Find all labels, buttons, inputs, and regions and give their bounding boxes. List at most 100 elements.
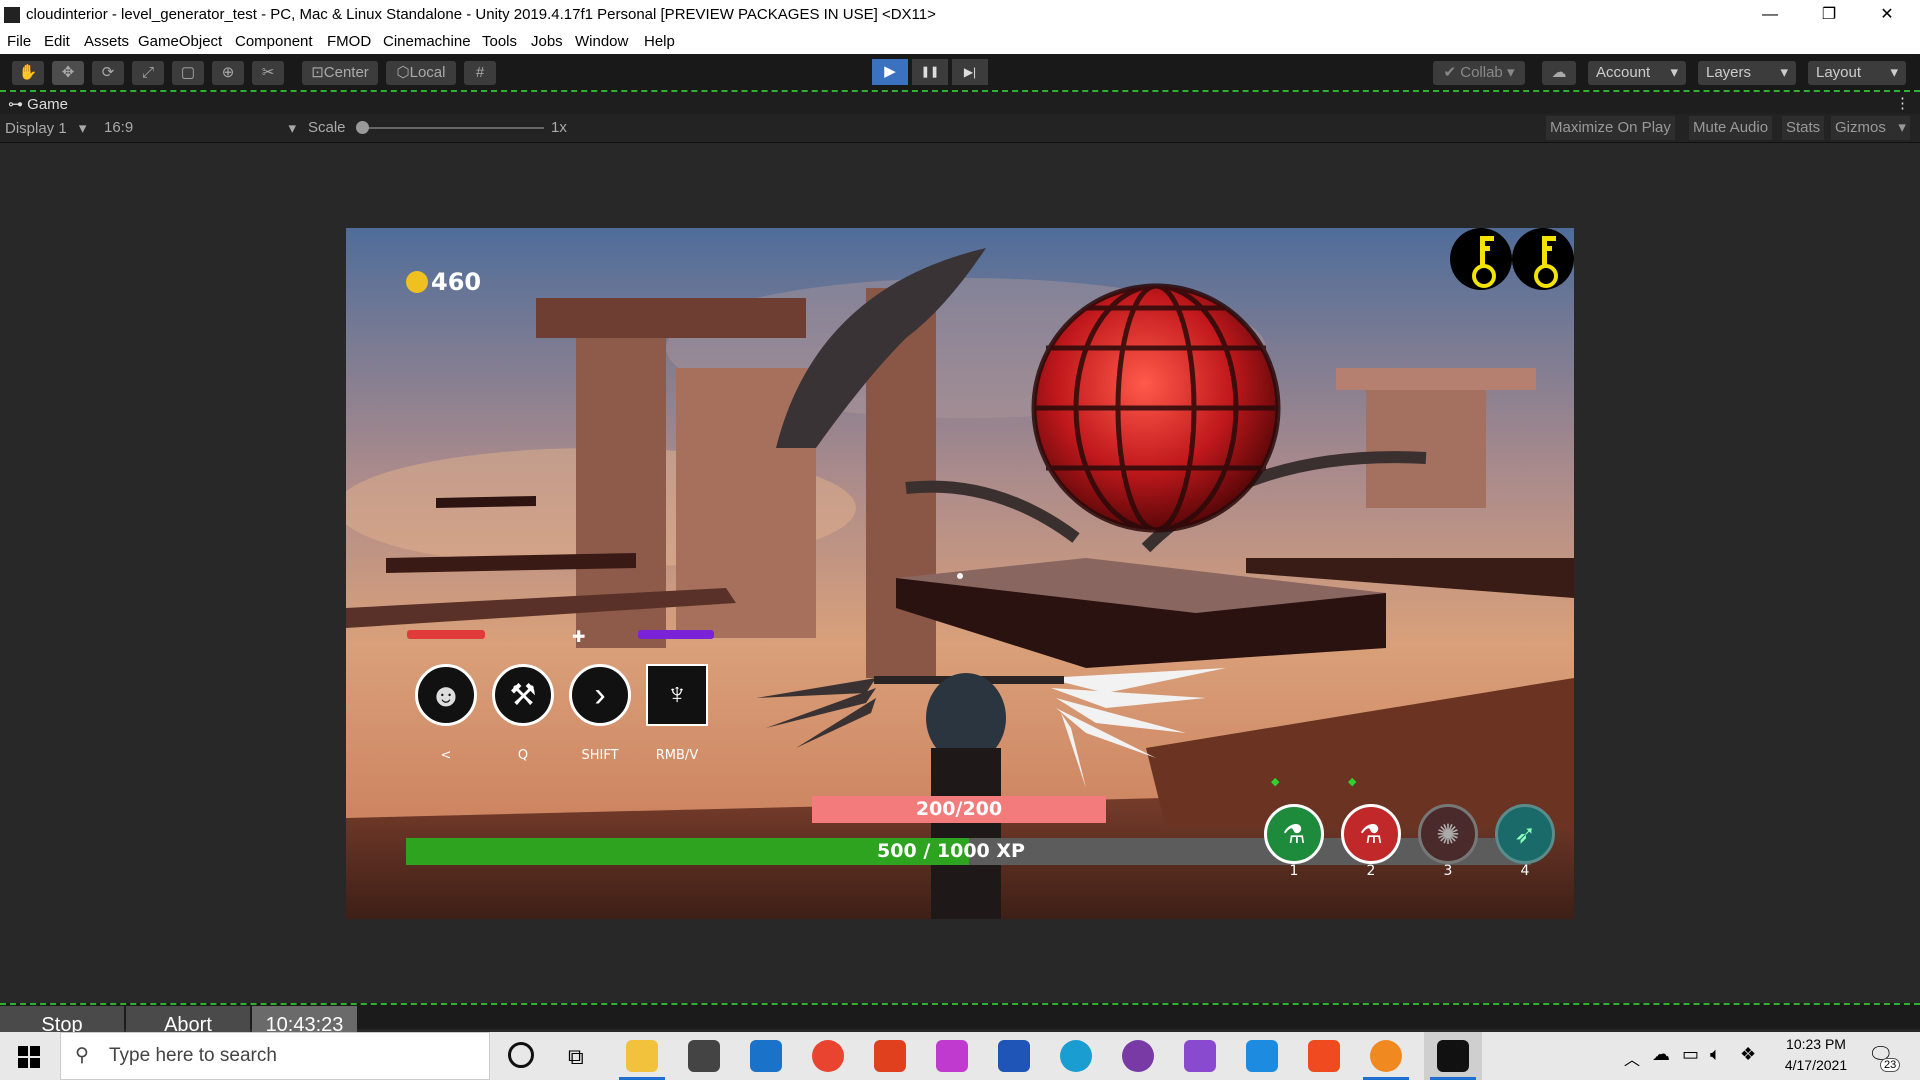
- mail-icon[interactable]: [750, 1040, 782, 1072]
- rect-icon[interactable]: ▢: [172, 61, 204, 85]
- play-button[interactable]: ▶: [872, 59, 908, 85]
- scale-slider-track[interactable]: [362, 127, 544, 129]
- maximize-on-play-button[interactable]: Maximize On Play: [1546, 116, 1675, 140]
- vscode-icon[interactable]: [1246, 1040, 1278, 1072]
- account-dropdown[interactable]: Account ▾: [1588, 61, 1686, 85]
- move-icon[interactable]: ✥: [52, 61, 84, 85]
- step-button[interactable]: ▶|: [952, 59, 988, 85]
- windows-taskbar: ⚲ Type here to search ⧉ ︿ ☁ ▭ 🔈︎ ❖ 10:23…: [0, 1032, 1920, 1080]
- grid-snap-icon[interactable]: #: [464, 61, 496, 85]
- scale-slider-handle[interactable]: [356, 121, 369, 134]
- crosshair-plus-icon: ✚: [572, 629, 586, 646]
- clock-time[interactable]: 10:23 PM: [1776, 1036, 1856, 1052]
- office-icon[interactable]: [874, 1040, 906, 1072]
- tab-game[interactable]: ⊶ Game: [8, 95, 68, 113]
- stats-button[interactable]: Stats: [1782, 116, 1825, 140]
- firefox-icon[interactable]: [1370, 1040, 1402, 1072]
- game-tab-bar: ⊶ Game ⋮: [0, 92, 1920, 114]
- cortana-icon[interactable]: [508, 1042, 534, 1068]
- ability-key: Q: [517, 748, 529, 763]
- layers-dropdown[interactable]: Layers ▾: [1698, 61, 1796, 85]
- coin-count: 460: [431, 268, 482, 296]
- account-label: Account: [1596, 64, 1651, 81]
- aspect-label: 16:9: [104, 119, 134, 136]
- wings-icon: ♆: [665, 678, 689, 711]
- menu-help[interactable]: Help: [644, 33, 675, 50]
- ability-key: SHIFT: [581, 748, 619, 763]
- gizmos-dropdown[interactable]: Gizmos ▾: [1831, 116, 1910, 140]
- onedrive-icon[interactable]: ☁: [1652, 1044, 1670, 1065]
- clock-date[interactable]: 4/17/2021: [1776, 1057, 1856, 1073]
- layout-dropdown[interactable]: Layout ▾: [1808, 61, 1906, 85]
- menu-file[interactable]: File: [7, 33, 31, 50]
- unity-taskbar-button[interactable]: [1424, 1032, 1482, 1080]
- edge-icon[interactable]: [1060, 1040, 1092, 1072]
- menu-assets[interactable]: Assets: [84, 33, 129, 50]
- health-bar: [407, 630, 485, 639]
- display-dropdown[interactable]: Display 1 ▾: [5, 119, 86, 137]
- menu-gameobject[interactable]: GameObject: [138, 33, 222, 50]
- pickaxe-icon: ⚒: [509, 678, 537, 712]
- visual-studio-icon[interactable]: [1184, 1040, 1216, 1072]
- tab-game-label: Game: [27, 96, 69, 113]
- chrome-icon[interactable]: [812, 1040, 844, 1072]
- transform-icon[interactable]: ⊕: [212, 61, 244, 85]
- chevron-down-icon: ▾: [288, 120, 296, 137]
- gamepad-icon: ⊶: [8, 96, 28, 113]
- pause-button[interactable]: ❚❚: [912, 59, 948, 85]
- store-icon[interactable]: [688, 1040, 720, 1072]
- scale-icon[interactable]: ⤢: [132, 61, 164, 85]
- coin-icon: [406, 271, 428, 293]
- mana-bar: [638, 630, 714, 639]
- close-button[interactable]: ✕: [1862, 2, 1912, 28]
- task-view-icon[interactable]: ⧉: [568, 1044, 584, 1070]
- spell-slot-2: ⚗: [1341, 804, 1401, 864]
- chevron-up-icon[interactable]: ︿: [1624, 1046, 1640, 1070]
- github-icon[interactable]: [1122, 1040, 1154, 1072]
- word-icon[interactable]: [998, 1040, 1030, 1072]
- aspect-dropdown[interactable]: 16:9 ▾: [104, 119, 296, 137]
- cloud-icon[interactable]: ☁: [1542, 61, 1576, 85]
- file-explorer-icon[interactable]: [626, 1040, 658, 1072]
- snip-icon[interactable]: [936, 1040, 968, 1072]
- key-icon: [1512, 228, 1574, 290]
- taskbar-search-box[interactable]: ⚲ Type here to search: [60, 1032, 490, 1080]
- chevron-down-icon: ▾: [78, 120, 87, 137]
- spell-slot-4: ➶: [1495, 804, 1555, 864]
- main-toolbar: ✋ ✥ ⟳ ⤢ ▢ ⊕ ✂ ⊡Center ⬡Local # ▶ ❚❚ ▶| ✔…: [0, 54, 1920, 92]
- rotate-icon[interactable]: ⟳: [92, 61, 124, 85]
- layers-label: Layers: [1706, 64, 1752, 81]
- mute-audio-button[interactable]: Mute Audio: [1689, 116, 1773, 140]
- collab-dropdown[interactable]: ✔ Collab ▾: [1433, 61, 1525, 85]
- windows-start-icon[interactable]: [18, 1046, 40, 1068]
- menu-component[interactable]: Component: [235, 33, 313, 50]
- minimize-button[interactable]: —: [1745, 2, 1795, 28]
- dash-arrow-icon: ›: [594, 675, 606, 714]
- brave-icon[interactable]: [1308, 1040, 1340, 1072]
- menu-cinemachine[interactable]: Cinemachine: [383, 33, 471, 50]
- maximize-button[interactable]: ❐: [1804, 2, 1854, 28]
- game-viewport[interactable]: 460 ✚ ☻ ⚒ › ♆ < Q SHIFT RMB/V 200/200 50…: [346, 228, 1574, 919]
- battery-icon[interactable]: ▭: [1682, 1044, 1699, 1065]
- volume-icon[interactable]: 🔈︎: [1710, 1044, 1721, 1065]
- pivot-center-button[interactable]: ⊡Center: [302, 61, 378, 85]
- dropbox-icon[interactable]: ❖: [1740, 1044, 1756, 1065]
- window-title-bar: cloudinterior - level_generator_test - P…: [0, 0, 1920, 30]
- keys-container: [1450, 228, 1574, 290]
- space-local-button[interactable]: ⬡Local: [386, 61, 456, 85]
- burst-icon: ✺: [1436, 818, 1460, 850]
- menu-jobs[interactable]: Jobs: [531, 33, 563, 50]
- menu-tools[interactable]: Tools: [482, 33, 517, 50]
- scale-value: 1x: [551, 119, 567, 136]
- menu-window[interactable]: Window: [575, 33, 628, 50]
- tab-menu-icon[interactable]: ⋮: [1895, 94, 1910, 112]
- menu-fmod[interactable]: FMOD: [327, 33, 371, 50]
- hand-icon[interactable]: ✋: [12, 61, 44, 85]
- space-label: Local: [409, 64, 446, 81]
- coin-counter: 460: [406, 268, 481, 296]
- ability-slot: ♆: [646, 664, 708, 726]
- scale-label: Scale: [308, 119, 346, 136]
- spell-number: 1: [1289, 863, 1299, 879]
- custom-tool-icon[interactable]: ✂: [252, 61, 284, 85]
- menu-edit[interactable]: Edit: [44, 33, 70, 50]
